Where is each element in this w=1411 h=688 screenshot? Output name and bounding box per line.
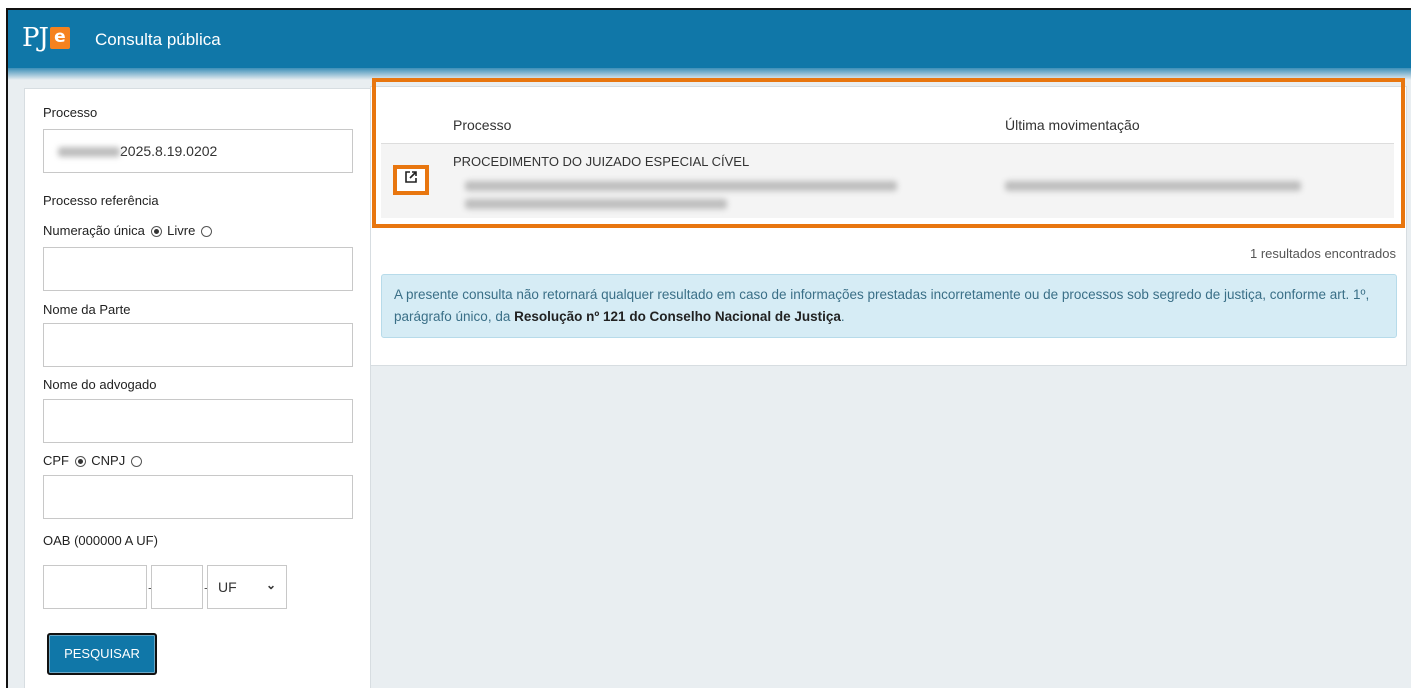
nome-advogado-input[interactable] — [43, 399, 353, 443]
open-process-button[interactable] — [393, 165, 429, 195]
processo-referencia-label: Processo referência — [43, 193, 159, 208]
nome-advogado-label: Nome do advogado — [43, 377, 157, 392]
redacted-last-movement — [1005, 181, 1301, 191]
processo-value: 2025.8.19.0202 — [58, 143, 217, 159]
oab-number-input[interactable] — [43, 565, 147, 609]
cpf-label: CPF — [43, 453, 69, 468]
uf-select-value: UF — [218, 579, 237, 595]
col-header-processo: Processo — [453, 117, 512, 133]
oab-label: OAB (000000 A UF) — [43, 533, 158, 548]
table-row[interactable]: PROCEDIMENTO DO JUIZADO ESPECIAL CÍVEL — [381, 144, 1394, 218]
cnpj-label: CNPJ — [91, 453, 126, 468]
cpf-radio[interactable] — [74, 456, 86, 468]
redacted-process-parties — [465, 199, 727, 209]
numeracao-unica-label: Numeração única — [43, 223, 145, 238]
external-link-icon — [405, 171, 417, 187]
results-count: 1 resultados encontrados — [1250, 246, 1396, 261]
logo-pj-text: PJ — [22, 23, 49, 53]
pesquisar-button[interactable]: PESQUISAR — [47, 633, 157, 675]
logo-e-icon: e — [49, 27, 70, 49]
redacted-process-details — [465, 181, 897, 191]
numeracao-unica-radio[interactable] — [150, 226, 162, 238]
page-title: Consulta pública — [95, 30, 221, 49]
documento-input[interactable] — [43, 475, 353, 519]
livre-radio[interactable] — [200, 226, 212, 238]
header-decoration — [8, 68, 1411, 80]
info-notice: A presente consulta não retornará qualqu… — [381, 274, 1397, 338]
nome-parte-input[interactable] — [43, 323, 353, 367]
livre-label: Livre — [167, 223, 196, 238]
processo-referencia-input[interactable] — [43, 247, 353, 291]
nome-parte-label: Nome da Parte — [43, 302, 131, 317]
notice-end: . — [840, 309, 845, 324]
process-class: PROCEDIMENTO DO JUIZADO ESPECIAL CÍVEL — [453, 154, 750, 169]
app-window: PJ e Consulta pública Processo 2025.8.19.… — [6, 8, 1411, 688]
results-panel: Processo Última movimentação PROCEDIMENT… — [370, 86, 1407, 366]
top-bar: PJ e Consulta pública — [8, 10, 1411, 68]
notice-link-resolucao[interactable]: Resolução nº 121 do Conselho Nacional de… — [514, 309, 841, 324]
pje-logo[interactable]: PJ e — [22, 22, 70, 54]
redacted-number — [58, 147, 120, 158]
cnpj-radio[interactable] — [130, 456, 142, 468]
chevron-down-icon: ⌄ — [265, 578, 276, 592]
oab-letter-input[interactable] — [151, 565, 203, 609]
search-panel: Processo 2025.8.19.0202 Processo referên… — [24, 88, 371, 688]
processo-input[interactable]: 2025.8.19.0202 — [43, 129, 353, 173]
processo-label: Processo — [43, 105, 98, 120]
documento-radio-group: CPF CNPJ — [43, 453, 144, 468]
uf-select[interactable]: UF ⌄ — [207, 565, 287, 609]
col-header-ultima-movimentacao: Última movimentação — [1005, 117, 1140, 133]
numeracao-radio-group: Numeração única Livre — [43, 223, 214, 238]
